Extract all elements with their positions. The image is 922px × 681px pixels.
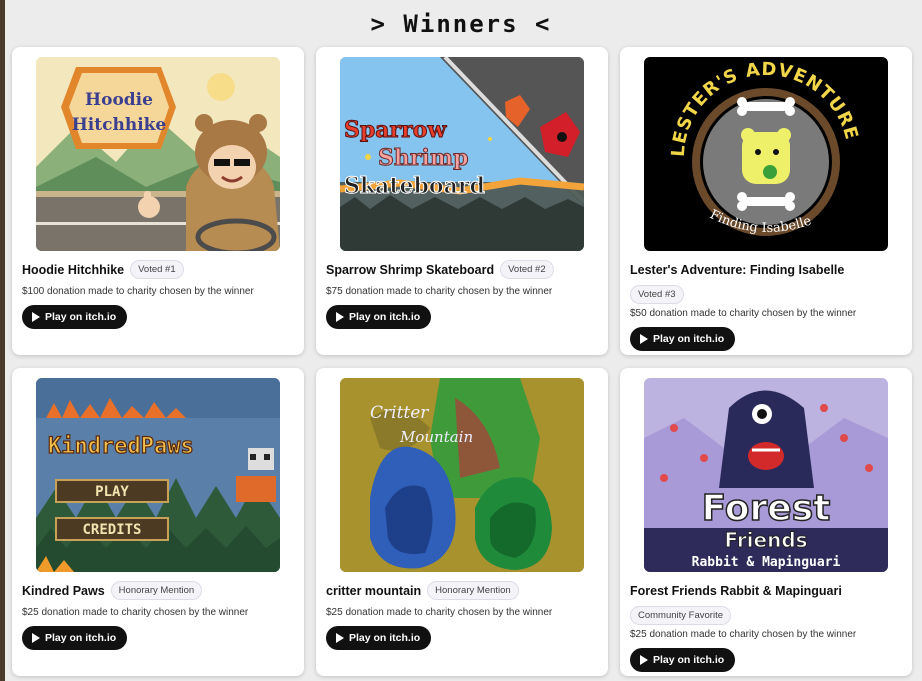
art-title-line3: Rabbit & Mapinguari bbox=[692, 555, 841, 570]
rank-badge: Voted #2 bbox=[500, 260, 554, 279]
game-thumbnail[interactable]: KindredPaws PLAY CREDITS bbox=[36, 378, 280, 572]
play-icon bbox=[32, 633, 40, 643]
game-title[interactable]: Sparrow Shrimp Skateboard bbox=[326, 263, 494, 277]
game-title[interactable]: Hoodie Hitchhike bbox=[22, 263, 124, 277]
art-title-line1: Hoodie bbox=[85, 90, 153, 110]
art-title-line2: Friends bbox=[724, 528, 807, 552]
rank-badge: Honorary Mention bbox=[110, 581, 203, 600]
play-button-label: Play on itch.io bbox=[349, 632, 421, 644]
art-menu-credits: CREDITS bbox=[82, 522, 141, 538]
play-button[interactable]: Play on itch.io bbox=[326, 305, 432, 329]
art-title-line2: Hitchhike bbox=[72, 115, 167, 135]
donation-text: $50 donation made to charity chosen by t… bbox=[630, 308, 857, 319]
art-title-line1: Forest bbox=[702, 488, 831, 529]
rank-badge: Community Favorite bbox=[630, 606, 731, 625]
play-icon bbox=[640, 655, 648, 665]
play-button[interactable]: Play on itch.io bbox=[326, 626, 432, 650]
play-icon bbox=[336, 312, 344, 322]
donation-text: $25 donation made to charity chosen by t… bbox=[22, 607, 249, 618]
game-title[interactable]: Lester's Adventure: Finding Isabelle bbox=[630, 263, 844, 277]
play-button-label: Play on itch.io bbox=[349, 311, 421, 323]
play-button[interactable]: Play on itch.io bbox=[630, 327, 736, 351]
game-thumbnail[interactable]: Sparrow Shrimp Skateboard bbox=[340, 57, 584, 251]
game-card-sparrow-shrimp-skateboard: Sparrow Shrimp Skateboard Sparrow Shrimp… bbox=[316, 47, 608, 355]
donation-text: $75 donation made to charity chosen by t… bbox=[326, 286, 553, 297]
game-card-hoodie-hitchhike: Hoodie Hitchhike Hoodie Hitchhike Voted … bbox=[12, 47, 304, 355]
game-card-forest-friends: Forest Friends Rabbit & Mapinguari Fores… bbox=[620, 368, 912, 676]
winners-grid: Hoodie Hitchhike Hoodie Hitchhike Voted … bbox=[12, 47, 912, 676]
art-title-line2: Shrimp bbox=[378, 145, 469, 171]
game-card-critter-mountain: Critter Mountain critter mountain Honora… bbox=[316, 368, 608, 676]
play-button-label: Play on itch.io bbox=[45, 311, 117, 323]
play-icon bbox=[336, 633, 344, 643]
donation-text: $100 donation made to charity chosen by … bbox=[22, 286, 254, 297]
art-title-line1: Critter bbox=[370, 403, 429, 423]
play-button-label: Play on itch.io bbox=[45, 632, 117, 644]
page-title: > Winners < bbox=[370, 10, 552, 38]
play-button[interactable]: Play on itch.io bbox=[22, 305, 128, 329]
page-left-edge bbox=[0, 0, 5, 681]
play-button[interactable]: Play on itch.io bbox=[22, 626, 128, 650]
donation-text: $25 donation made to charity chosen by t… bbox=[326, 607, 553, 618]
play-button[interactable]: Play on itch.io bbox=[630, 648, 736, 672]
play-button-label: Play on itch.io bbox=[653, 333, 725, 345]
rank-badge: Voted #3 bbox=[630, 285, 684, 304]
play-icon bbox=[640, 334, 648, 344]
rank-badge: Honorary Mention bbox=[427, 581, 519, 600]
play-icon bbox=[32, 312, 40, 322]
art-title-line1: Sparrow bbox=[344, 117, 447, 143]
art-title-line3: Skateboard bbox=[344, 173, 485, 199]
game-thumbnail[interactable]: Critter Mountain bbox=[340, 378, 584, 572]
donation-text: $25 donation made to charity chosen by t… bbox=[630, 629, 857, 640]
game-title[interactable]: Forest Friends Rabbit & Mapinguari bbox=[630, 584, 842, 598]
game-card-lesters-adventure: LESTER'S ADVENTURE Finding Isabelle Lest… bbox=[620, 47, 912, 355]
art-title-line1: KindredPaws bbox=[48, 434, 194, 459]
game-card-kindred-paws: KindredPaws PLAY CREDITS Kindred Paws Ho… bbox=[12, 368, 304, 676]
game-title[interactable]: Kindred Paws bbox=[22, 584, 105, 598]
game-thumbnail[interactable]: Forest Friends Rabbit & Mapinguari bbox=[644, 378, 888, 572]
game-thumbnail[interactable]: LESTER'S ADVENTURE Finding Isabelle bbox=[644, 57, 888, 251]
rank-badge: Voted #1 bbox=[130, 260, 184, 279]
game-thumbnail[interactable]: Hoodie Hitchhike bbox=[36, 57, 280, 251]
art-menu-play: PLAY bbox=[95, 484, 129, 500]
art-title-line2: Mountain bbox=[399, 428, 473, 446]
game-title[interactable]: critter mountain bbox=[326, 584, 421, 598]
play-button-label: Play on itch.io bbox=[653, 654, 725, 666]
